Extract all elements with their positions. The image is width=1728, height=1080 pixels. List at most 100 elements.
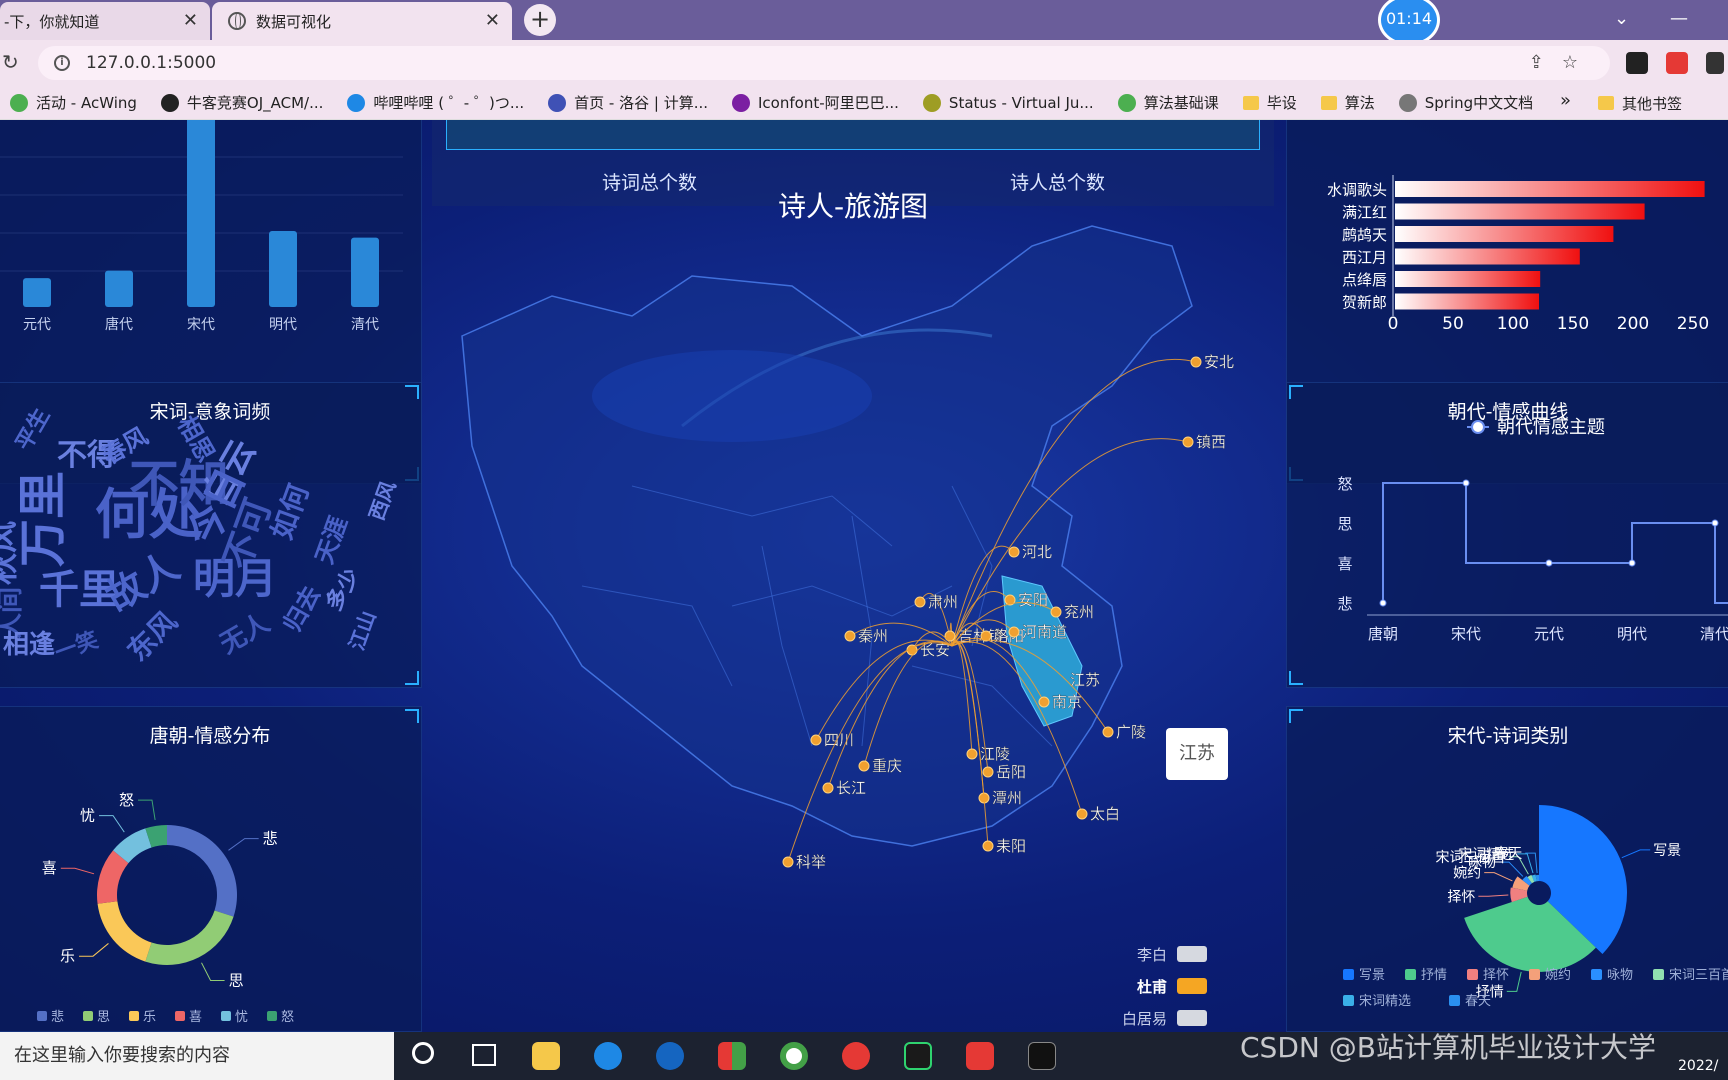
url-field[interactable]: i 127.0.0.1:5000 ⇪☆ [38, 46, 1610, 80]
bookmark-item[interactable]: Iconfont-阿里巴巴... [732, 92, 899, 113]
bar[interactable] [1395, 293, 1539, 310]
puzzle-icon[interactable] [1706, 52, 1724, 74]
bookmark-item[interactable]: Status - Virtual Ju... [922, 93, 1094, 112]
netease-music-icon[interactable] [842, 1042, 870, 1070]
bar[interactable] [1395, 271, 1541, 287]
new-tab-button[interactable]: + [524, 4, 556, 36]
place-marker[interactable] [1050, 606, 1062, 618]
close-tab-icon[interactable]: ✕ [183, 10, 198, 31]
bar[interactable] [1395, 226, 1614, 242]
extension-fe-icon[interactable] [1666, 52, 1688, 74]
task-view-icon[interactable] [472, 1044, 496, 1066]
china-outline[interactable] [461, 225, 1193, 847]
bookmark-item[interactable]: 哔哩哔哩 ( ゜- ゜)つ... [347, 92, 524, 113]
legend-label[interactable]: 宋词精选 [1359, 994, 1411, 1009]
travel-map[interactable]: 诗人-旅游图安北镇西河北肃州安阳兖州秦州吉林镇洛阳河南道长安江苏南京广陵四川重庆… [432, 186, 1274, 1032]
place-marker[interactable] [1038, 696, 1050, 708]
tab-data-visualization[interactable]: 数据可视化 ✕ [212, 2, 512, 40]
edge-icon[interactable] [594, 1042, 622, 1070]
legend-label[interactable]: 婉约 [1545, 967, 1571, 983]
legend-label[interactable]: 抒情 [1421, 968, 1447, 983]
close-tab-icon[interactable]: ✕ [485, 10, 500, 31]
legend-label[interactable]: 杜甫 [1137, 978, 1167, 996]
l-app-icon[interactable] [656, 1042, 684, 1070]
wps-icon[interactable] [966, 1042, 994, 1070]
bookmark-item[interactable]: Spring中文文档 [1398, 92, 1533, 113]
terminal-icon[interactable] [1028, 1042, 1056, 1070]
legend-label[interactable]: 思 [97, 1010, 110, 1025]
chevron-down-icon[interactable]: ⌄ [1614, 8, 1629, 29]
place-marker[interactable] [1102, 726, 1114, 738]
series-line[interactable] [1382, 482, 1728, 604]
place-marker[interactable] [982, 840, 994, 852]
place-marker[interactable] [982, 766, 994, 778]
bookmark-item[interactable]: 牛客竞赛OJ_ACM/... [160, 92, 323, 113]
bar[interactable] [1395, 203, 1645, 220]
place-marker[interactable] [1008, 626, 1020, 638]
extension-icon[interactable] [1626, 52, 1648, 74]
file-explorer-icon[interactable] [532, 1042, 560, 1070]
bar[interactable] [1395, 248, 1580, 265]
legend-label[interactable]: 朝代情感主题 [1497, 417, 1605, 438]
data-point[interactable] [1628, 559, 1636, 567]
legend-label[interactable]: 怒 [281, 1010, 294, 1025]
bookmark-item[interactable]: 毕设 [1242, 92, 1297, 113]
legend-label[interactable]: 悲 [51, 1009, 64, 1025]
chrome-icon[interactable] [780, 1042, 808, 1070]
legend-swatch[interactable] [1177, 978, 1207, 994]
place-marker[interactable] [966, 748, 978, 760]
legend-label[interactable]: 喜 [189, 1010, 202, 1025]
legend-label[interactable]: 宋词三百首 [1669, 968, 1728, 983]
legend-swatch[interactable] [1177, 946, 1207, 962]
bar[interactable] [1395, 181, 1705, 197]
legend-label[interactable]: 择怀 [1483, 968, 1509, 983]
bookmarks-more-button[interactable]: » [1560, 90, 1571, 111]
place-marker[interactable] [844, 630, 856, 642]
pie-slice[interactable] [97, 901, 152, 962]
bookmark-item[interactable]: 算法基础课 [1117, 92, 1219, 113]
other-bookmarks[interactable]: 其他书签 [1598, 86, 1682, 119]
office-icon[interactable] [718, 1042, 746, 1070]
place-marker[interactable] [1008, 546, 1020, 558]
share-icon[interactable]: ⇪ [1529, 52, 1562, 73]
legend-swatch[interactable] [1177, 1010, 1207, 1026]
place-marker[interactable] [914, 596, 926, 608]
data-point[interactable] [1545, 559, 1553, 567]
legend-label[interactable]: 春天 [1465, 994, 1491, 1009]
pie-slice[interactable] [145, 910, 234, 965]
pycharm-icon[interactable] [904, 1042, 932, 1070]
tab-baidu[interactable]: -下，你就知道 ✕ [0, 2, 210, 40]
data-point[interactable] [1462, 479, 1470, 487]
cortana-icon[interactable] [412, 1042, 434, 1064]
minimize-icon[interactable]: — [1670, 8, 1688, 29]
reload-icon[interactable]: ↻ [2, 50, 19, 74]
bar[interactable] [23, 278, 51, 307]
data-point[interactable] [1379, 599, 1387, 607]
place-marker[interactable] [858, 760, 870, 772]
info-icon[interactable]: i [54, 55, 70, 71]
data-point[interactable] [1711, 519, 1719, 527]
bar[interactable] [187, 120, 215, 307]
legend-label[interactable]: 白居易 [1122, 1010, 1167, 1028]
legend-label[interactable]: 乐 [143, 1010, 156, 1025]
pie-slice[interactable] [167, 825, 238, 917]
legend-label[interactable]: 李白 [1137, 946, 1167, 964]
bookmark-item[interactable]: 算法 [1320, 92, 1375, 113]
place-marker[interactable] [822, 782, 834, 794]
taskbar-search-input[interactable]: 在这里输入你要搜索的内容 [0, 1032, 394, 1080]
legend-label[interactable]: 咏物 [1607, 968, 1633, 983]
bookmark-item[interactable]: 活动 - AcWing [10, 92, 137, 113]
bar[interactable] [105, 270, 133, 307]
legend-label[interactable]: 忧 [235, 1010, 248, 1025]
place-marker[interactable] [1182, 436, 1194, 448]
bar[interactable] [351, 237, 379, 307]
legend-label[interactable]: 写景 [1359, 968, 1385, 983]
bar[interactable] [269, 231, 297, 307]
label-line [1478, 894, 1509, 897]
place-marker[interactable] [782, 856, 794, 868]
bookmark-item[interactable]: 首页 - 洛谷 | 计算... [548, 92, 708, 113]
place-marker[interactable] [1076, 808, 1088, 820]
star-icon[interactable]: ☆ [1562, 52, 1596, 73]
place-marker[interactable] [1190, 356, 1202, 368]
place-marker[interactable] [810, 734, 822, 746]
